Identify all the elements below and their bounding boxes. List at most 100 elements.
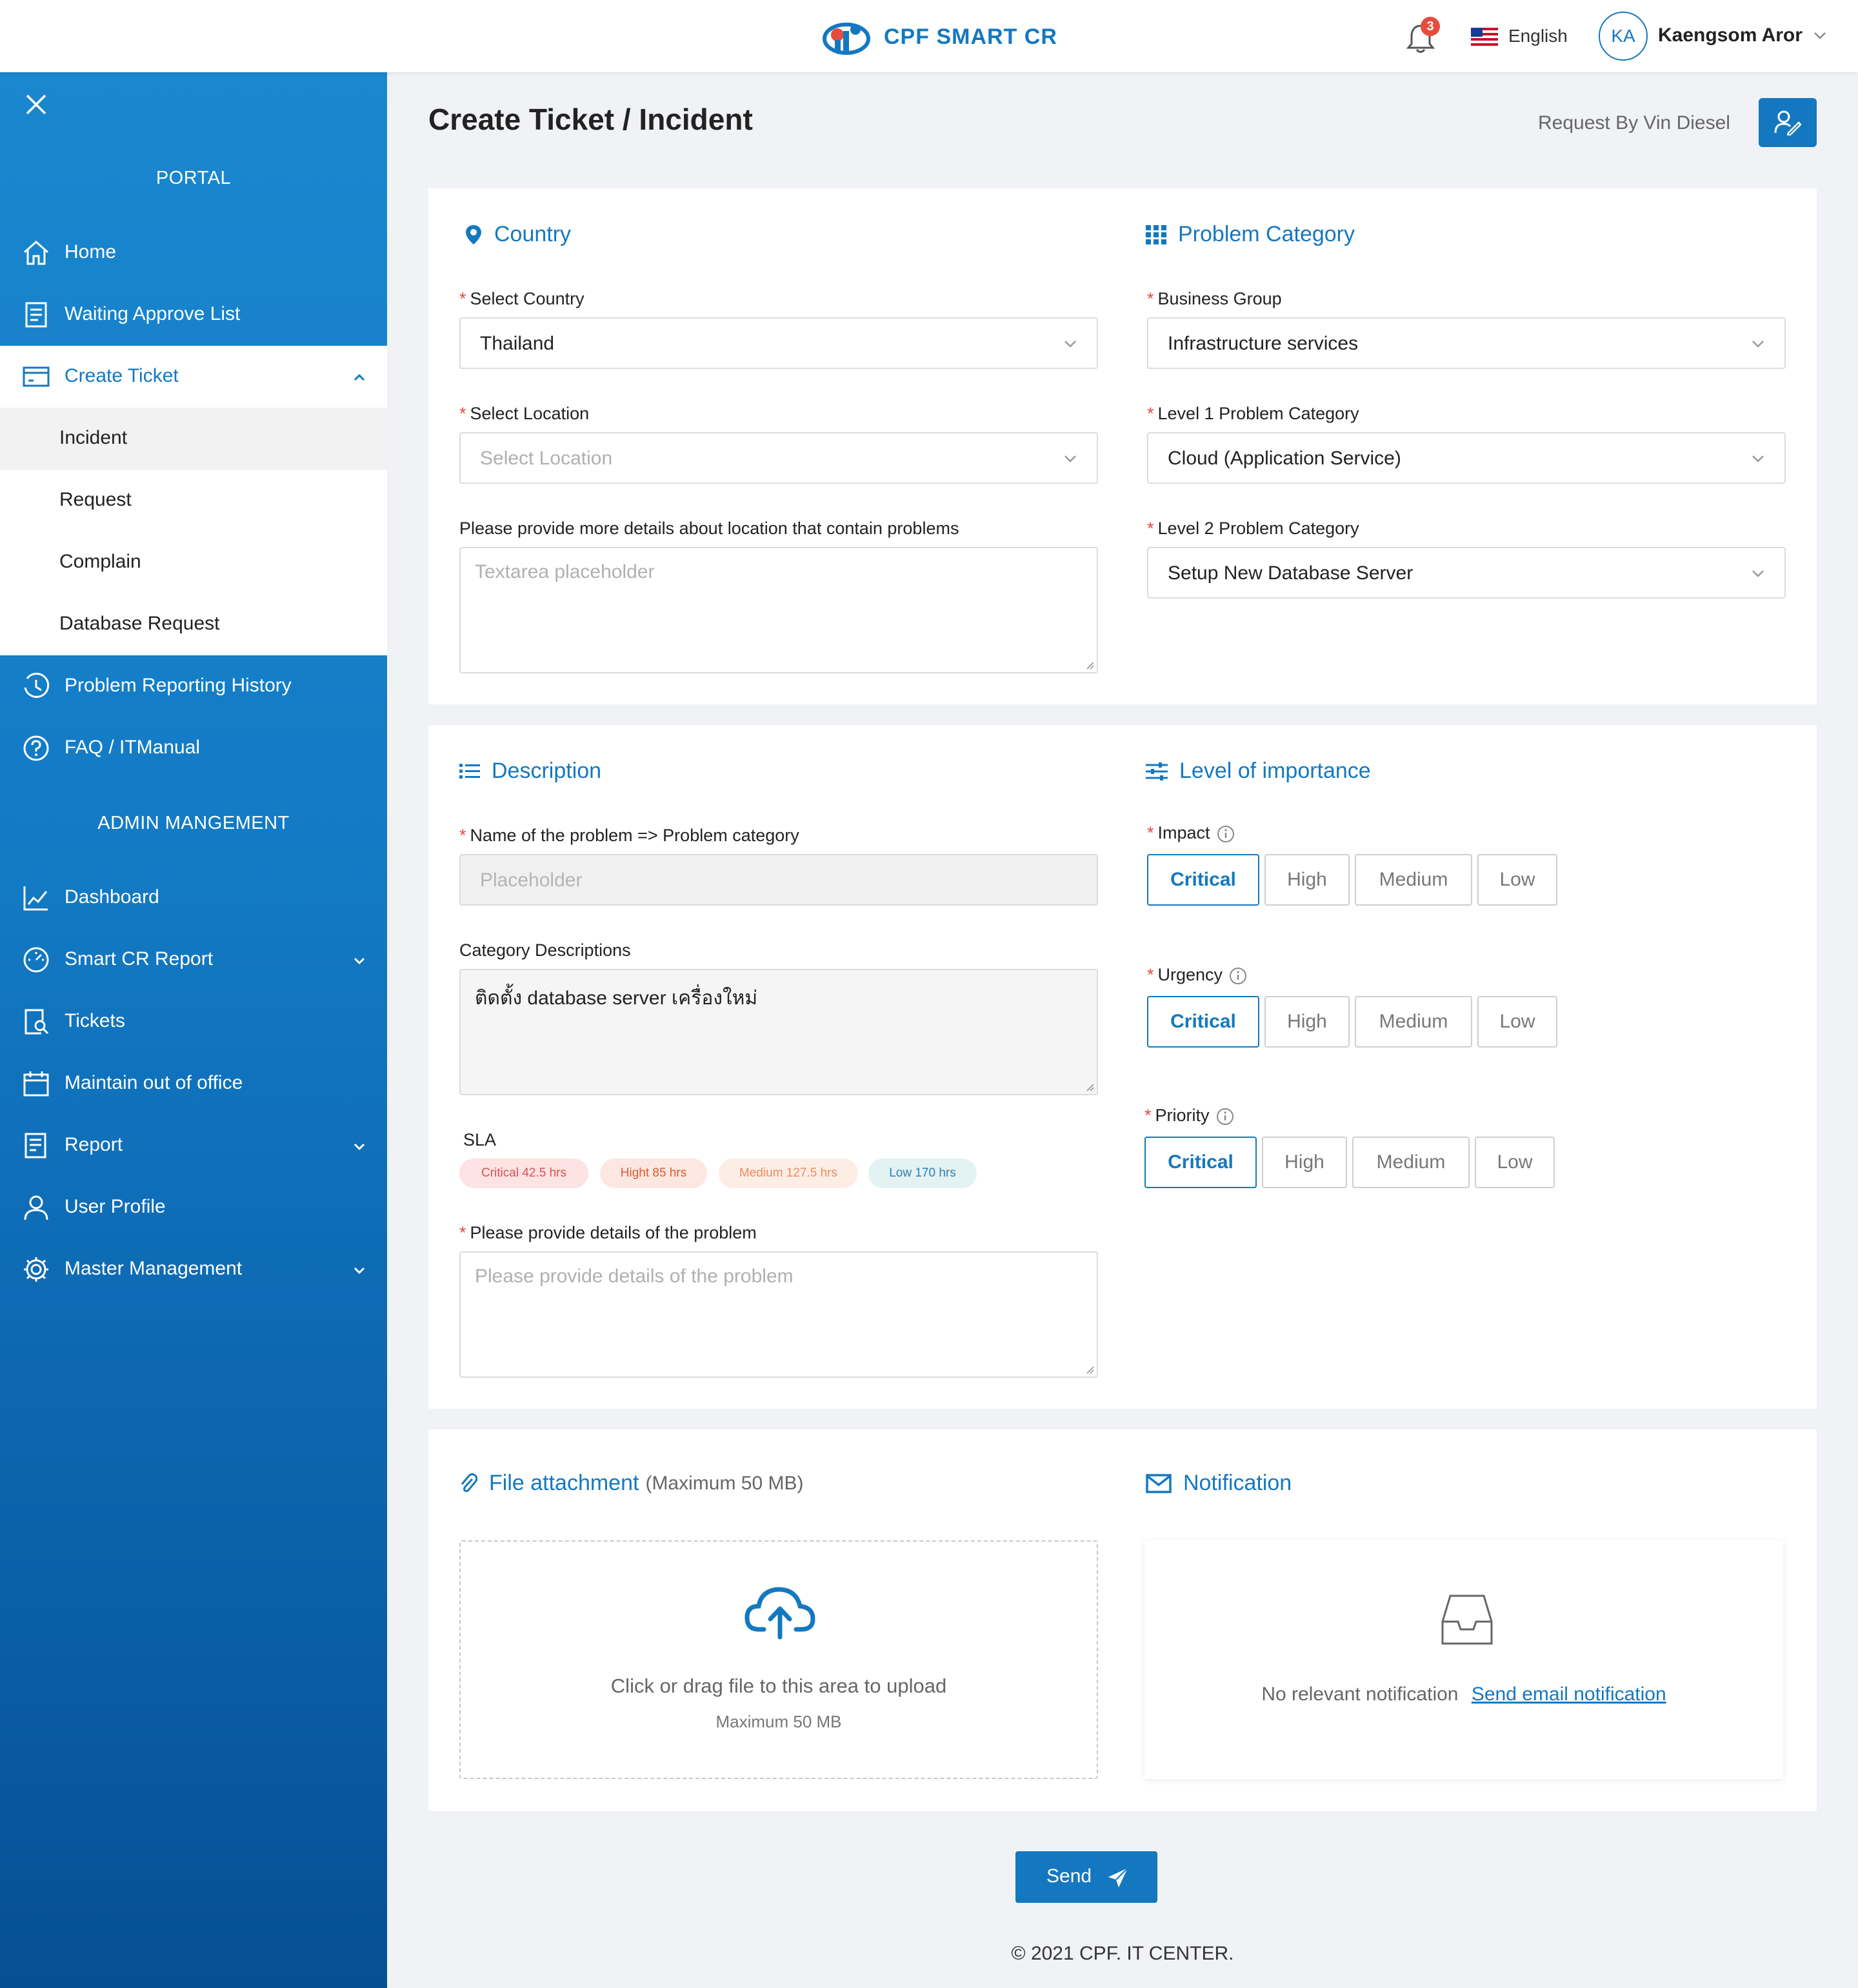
sidebar-item-dashboard[interactable]: Dashboard — [0, 867, 387, 929]
dropzone-text: Click or drag file to this area to uploa… — [610, 1675, 947, 1697]
sidebar-item-smart-cr-report[interactable]: Smart CR Report — [0, 929, 387, 991]
sidebar-item-out-of-office[interactable]: Maintain out of office — [0, 1053, 387, 1115]
question-icon — [23, 735, 49, 761]
file-attachment-heading: File attachment (Maximum 50 MB) — [459, 1471, 803, 1496]
notification-empty-row: No relevant notification Send email noti… — [1144, 1684, 1783, 1705]
notification-panel: No relevant notification Send email noti… — [1144, 1540, 1783, 1779]
sidebar-item-user-profile[interactable]: User Profile — [0, 1177, 387, 1238]
impact-high-option[interactable]: High — [1264, 854, 1350, 906]
app-logo[interactable]: CPF SMART CR — [821, 17, 1057, 57]
empty-inbox-icon — [1441, 1595, 1493, 1645]
chevron-down-icon — [1064, 455, 1076, 462]
sidebar-item-create-ticket[interactable]: Create Ticket — [0, 346, 387, 408]
description-heading: Description — [459, 759, 601, 784]
user-name[interactable]: Kaengsom Aror — [1658, 25, 1803, 46]
business-group-select[interactable]: Infrastructure services — [1147, 317, 1786, 369]
impact-medium-option[interactable]: Medium — [1355, 854, 1472, 906]
urgency-high-option[interactable]: High — [1264, 996, 1350, 1048]
ticket-icon — [23, 366, 50, 387]
country-select[interactable]: Thailand — [459, 317, 1098, 369]
urgency-selector: Critical High Medium Low — [1147, 996, 1557, 1048]
sidebar-item-home[interactable]: Home — [0, 222, 387, 284]
sidebar-item-label: Dashboard — [65, 886, 159, 908]
user-icon — [24, 1195, 48, 1220]
chevron-down-icon — [1752, 455, 1764, 462]
edit-requester-button[interactable] — [1759, 98, 1817, 147]
send-button[interactable]: Send — [1015, 1851, 1157, 1903]
problem-name-input[interactable]: Placeholder — [459, 854, 1098, 906]
location-select[interactable]: Select Location — [459, 432, 1098, 484]
cloud-upload-icon — [744, 1587, 815, 1640]
problem-category-heading: Problem Category — [1146, 222, 1355, 247]
chart-line-icon — [23, 886, 48, 911]
submenu-item-complain[interactable]: Complain — [0, 532, 387, 593]
level1-category-select[interactable]: Cloud (Application Service) — [1147, 432, 1786, 484]
level2-category-select[interactable]: Setup New Database Server — [1147, 547, 1786, 599]
sidebar-item-problem-history[interactable]: Problem Reporting History — [0, 655, 387, 717]
sidebar-item-label: FAQ / ITManual — [65, 737, 201, 758]
request-by-text: Request By Vin Diesel — [1538, 112, 1730, 134]
info-icon[interactable] — [1216, 1108, 1234, 1126]
location-details-textarea[interactable]: Textarea placeholder — [459, 547, 1098, 673]
sidebar-item-label: Home — [65, 241, 117, 263]
info-icon[interactable] — [1229, 967, 1247, 985]
priority-critical-option[interactable]: Critical — [1144, 1137, 1257, 1188]
sidebar-item-label: Maintain out of office — [65, 1072, 243, 1093]
submenu-item-incident[interactable]: Incident — [0, 408, 387, 470]
sidebar-item-label: Report — [65, 1134, 123, 1155]
chevron-down-icon[interactable] — [1813, 31, 1827, 40]
level1-category-label: * Level 1 Problem Category — [1147, 404, 1359, 423]
priority-low-option[interactable]: Low — [1475, 1137, 1555, 1188]
urgency-critical-option[interactable]: Critical — [1147, 996, 1259, 1048]
problem-details-textarea[interactable]: Please provide details of the problem — [459, 1251, 1098, 1378]
sidebar-item-label: Problem Reporting History — [65, 675, 292, 696]
create-ticket-submenu: Incident Request Complain Database Reque… — [0, 408, 387, 655]
chevron-down-icon — [1064, 341, 1076, 348]
envelope-icon — [1146, 1473, 1172, 1493]
sidebar-item-master-management[interactable]: Master Management — [0, 1238, 387, 1300]
urgency-medium-option[interactable]: Medium — [1355, 996, 1472, 1048]
resize-grip-icon[interactable] — [1084, 1081, 1094, 1091]
sidebar-item-report[interactable]: Report — [0, 1115, 387, 1177]
sidebar-item-faq[interactable]: FAQ / ITManual — [0, 717, 387, 779]
info-icon[interactable] — [1217, 825, 1235, 843]
app-name: CPF SMART CR — [884, 24, 1057, 49]
priority-medium-option[interactable]: Medium — [1352, 1137, 1470, 1188]
impact-label: * Impact — [1147, 823, 1235, 843]
dropzone-hint: Maximum 50 MB — [715, 1712, 842, 1731]
language-selector[interactable]: English — [1508, 26, 1568, 46]
file-upload-dropzone[interactable]: Click or drag file to this area to uploa… — [459, 1540, 1098, 1779]
submenu-item-request[interactable]: Request — [0, 470, 387, 532]
paperclip-icon — [461, 1473, 477, 1492]
chevron-down-icon — [1752, 570, 1764, 577]
impact-low-option[interactable]: Low — [1477, 854, 1557, 906]
send-email-notification-link[interactable]: Send email notification — [1472, 1684, 1666, 1705]
sliders-icon — [1146, 762, 1168, 780]
ticket-search-icon — [25, 1009, 49, 1035]
sidebar-item-label: User Profile — [65, 1196, 166, 1217]
us-flag-icon[interactable] — [1471, 28, 1498, 46]
sla-badge-critical: Critical 42.5 hrs — [459, 1158, 588, 1188]
calendar-icon — [23, 1071, 49, 1097]
resize-grip-icon[interactable] — [1084, 1364, 1094, 1374]
urgency-low-option[interactable]: Low — [1477, 996, 1557, 1048]
submenu-item-database-request[interactable]: Database Request — [0, 593, 387, 655]
impact-critical-option[interactable]: Critical — [1147, 854, 1259, 906]
sidebar-item-tickets[interactable]: Tickets — [0, 991, 387, 1053]
level2-category-label: * Level 2 Problem Category — [1147, 519, 1359, 538]
sidebar-item-label: Waiting Approve List — [65, 303, 241, 324]
sidebar-item-waiting-approve[interactable]: Waiting Approve List — [0, 284, 387, 346]
chevron-up-icon — [354, 373, 365, 381]
chevron-down-icon — [354, 1143, 365, 1151]
avatar[interactable]: KA — [1599, 12, 1648, 61]
select-location-label: * Select Location — [459, 404, 590, 423]
resize-grip-icon[interactable] — [1084, 659, 1094, 670]
close-icon[interactable] — [23, 92, 49, 117]
priority-high-option[interactable]: High — [1262, 1137, 1347, 1188]
category-descriptions-textarea[interactable]: ติดตั้ง database server เครื่องใหม่ — [459, 969, 1098, 1095]
list-icon — [459, 763, 480, 779]
admin-section-title: ADMIN MANGEMENT — [97, 813, 290, 833]
problem-details-label: * Please provide details of the problem — [459, 1223, 757, 1242]
notification-empty-text: No relevant notification — [1261, 1684, 1459, 1705]
priority-label: * Priority — [1144, 1106, 1234, 1126]
